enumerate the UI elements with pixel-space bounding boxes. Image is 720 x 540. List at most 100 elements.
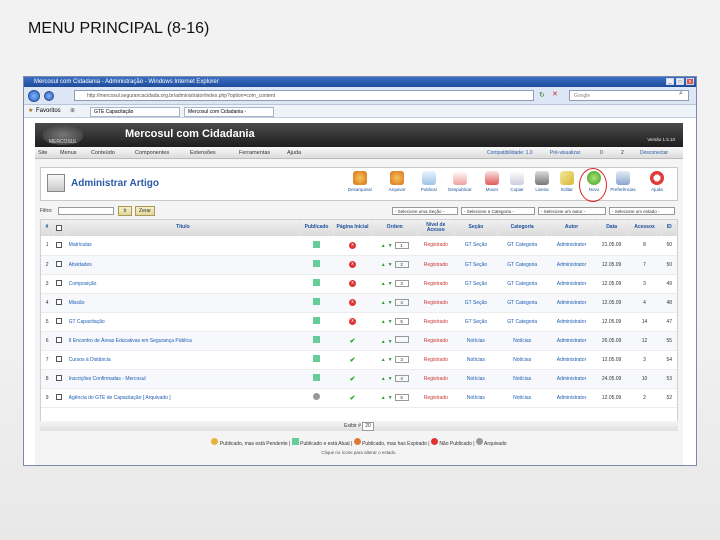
frontpage-no-icon[interactable]: x — [349, 261, 357, 268]
order-down-icon[interactable]: ▼ — [388, 243, 393, 249]
col-title[interactable]: Título — [65, 220, 301, 236]
order-input[interactable]: 5 — [394, 318, 409, 325]
archived-status-icon[interactable] — [313, 393, 321, 400]
row-category[interactable]: Notícias — [497, 369, 547, 389]
published-icon[interactable] — [313, 374, 321, 381]
frontpage-no-icon[interactable]: x — [349, 299, 357, 306]
address-input[interactable]: http://mercosul.segurancacidada.org.br/a… — [74, 90, 534, 101]
col-section[interactable]: Seção — [454, 220, 499, 236]
tab-gte[interactable]: GTE Capacitação — [90, 107, 180, 117]
frontpage-no-icon[interactable]: x — [349, 241, 357, 249]
row-access[interactable]: Registrado — [417, 369, 455, 389]
row-frontpage[interactable]: ✔ — [333, 388, 373, 408]
row-frontpage[interactable]: ✔ — [333, 331, 373, 351]
refresh-icon[interactable]: ↻ — [539, 91, 545, 99]
order-input[interactable]: 4 — [394, 299, 409, 306]
row-access[interactable]: Registrado — [417, 274, 455, 294]
row-title-link[interactable]: Cursos à Distância — [65, 350, 301, 370]
order-input[interactable] — [394, 336, 409, 343]
row-published[interactable] — [300, 388, 333, 408]
row-category[interactable]: GT Categoria — [497, 255, 547, 275]
order-input[interactable]: 3 — [394, 356, 409, 363]
row-section[interactable]: Notícias — [454, 369, 498, 389]
col-date[interactable]: Data — [596, 220, 628, 236]
row-published[interactable] — [300, 369, 333, 389]
order-input[interactable]: 3 — [394, 280, 409, 287]
menu-help[interactable]: Ajuda — [287, 147, 301, 159]
published-icon[interactable] — [313, 336, 321, 343]
preview-link[interactable]: Pré-visualizar — [550, 147, 580, 159]
menu-components[interactable]: Componentes — [135, 147, 169, 159]
row-category[interactable]: GT Categoria — [497, 236, 547, 256]
row-access[interactable]: Registrado — [417, 236, 455, 256]
published-icon[interactable] — [313, 240, 321, 248]
row-title-link[interactable]: Agência do GTE de Capacitação [ Arquivad… — [65, 388, 301, 408]
section-select[interactable]: - Selecione uma Seção - — [392, 207, 458, 215]
forward-icon[interactable] — [44, 91, 54, 101]
row-checkbox-cell[interactable] — [53, 255, 66, 275]
frontpage-no-icon[interactable]: x — [349, 280, 357, 287]
close-icon[interactable]: x — [686, 78, 694, 85]
row-published[interactable] — [300, 331, 333, 351]
order-up-icon[interactable]: ▲ — [381, 262, 386, 268]
row-category[interactable]: Notícias — [497, 331, 547, 351]
order-up-icon[interactable]: ▲ — [381, 281, 386, 287]
row-section[interactable]: Notícias — [454, 350, 498, 370]
row-author[interactable]: Administrator — [546, 369, 597, 389]
copy-button[interactable]: Copiar — [503, 171, 531, 192]
order-up-icon[interactable]: ▲ — [381, 376, 386, 382]
order-down-icon[interactable]: ▼ — [388, 300, 393, 306]
row-title-link[interactable]: Atividades — [65, 255, 301, 275]
preferences-button[interactable]: Preferências — [609, 171, 637, 192]
row-title-link[interactable]: II Encontro de Áreas Educativas em Segur… — [65, 331, 301, 351]
col-hits[interactable]: Acessos — [627, 220, 663, 236]
category-select[interactable]: - Selecione a Categoria - — [461, 207, 535, 215]
row-published[interactable] — [300, 255, 333, 275]
row-author[interactable]: Administrator — [546, 236, 597, 256]
menu-extensions[interactable]: Extensões — [190, 147, 216, 159]
menu-menus[interactable]: Menus — [60, 147, 77, 159]
row-author[interactable]: Administrator — [546, 350, 597, 370]
col-author[interactable]: Autor — [546, 220, 597, 236]
trash-button[interactable]: Lixeira — [528, 171, 556, 192]
order-input[interactable]: 1 — [394, 241, 409, 249]
row-category[interactable]: Notícias — [497, 350, 547, 370]
row-checkbox-cell[interactable] — [53, 369, 66, 389]
maximize-icon[interactable]: □ — [676, 78, 684, 85]
order-down-icon[interactable]: ▼ — [388, 376, 393, 382]
tab-mercosul[interactable]: Mercosul com Cidadania - — [184, 107, 274, 117]
row-author[interactable]: Administrator — [546, 312, 597, 332]
row-author[interactable]: Administrator — [546, 255, 597, 275]
row-checkbox-cell[interactable] — [53, 350, 66, 370]
frontpage-yes-icon[interactable]: ✔ — [350, 338, 356, 345]
row-frontpage[interactable]: x — [333, 312, 373, 332]
order-up-icon[interactable]: ▲ — [381, 357, 386, 363]
row-title-link[interactable]: GT Capacitação — [65, 312, 301, 332]
published-icon[interactable] — [313, 260, 321, 267]
row-title-link[interactable]: Missão — [65, 293, 301, 313]
edit-button[interactable]: Editar — [553, 171, 581, 192]
unpublish-button[interactable]: Despublicar — [446, 171, 474, 192]
select-all-checkbox[interactable] — [56, 224, 63, 231]
order-up-icon[interactable]: ▲ — [381, 319, 386, 325]
col-frontpage[interactable]: Página Inicial — [333, 220, 373, 236]
order-down-icon[interactable]: ▼ — [388, 339, 393, 345]
users-count[interactable]: 2 — [621, 147, 624, 159]
frontpage-no-icon[interactable]: x — [349, 318, 357, 325]
row-checkbox[interactable] — [56, 337, 63, 344]
filter-go-button[interactable]: Ir — [118, 206, 132, 216]
minimize-icon[interactable]: _ — [666, 78, 674, 85]
row-author[interactable]: Administrator — [546, 331, 597, 351]
row-checkbox-cell[interactable] — [53, 312, 66, 332]
order-input[interactable]: 2 — [394, 261, 409, 268]
order-down-icon[interactable]: ▼ — [388, 357, 393, 363]
row-published[interactable] — [300, 312, 333, 332]
row-checkbox[interactable] — [56, 280, 63, 287]
row-author[interactable]: Administrator — [546, 274, 597, 294]
add-favorite-icon[interactable]: ⊕ — [70, 105, 75, 118]
row-frontpage[interactable]: x — [333, 255, 373, 275]
frontpage-yes-icon[interactable]: ✔ — [350, 395, 356, 402]
order-up-icon[interactable]: ▲ — [381, 243, 386, 249]
move-button[interactable]: Mover — [478, 171, 506, 192]
back-icon[interactable] — [28, 90, 40, 102]
